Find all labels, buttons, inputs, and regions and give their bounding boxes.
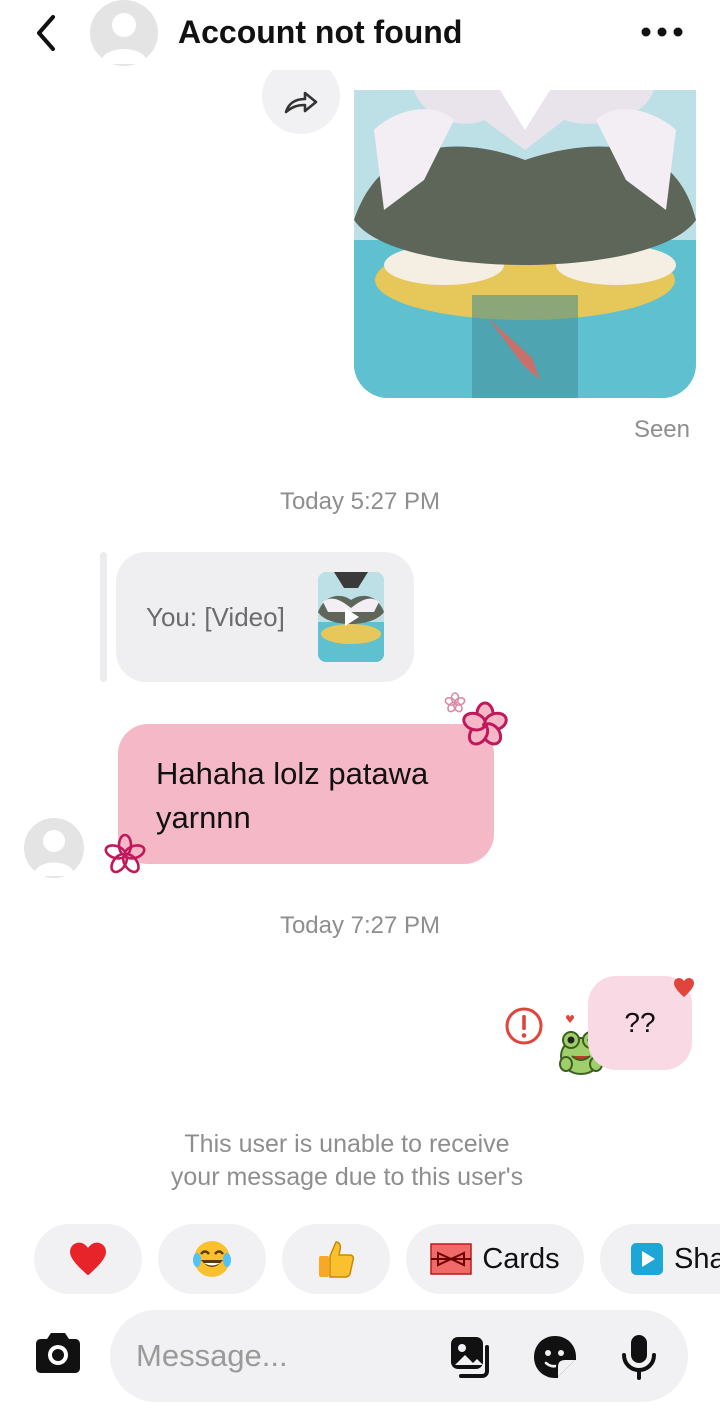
seen-status: Seen — [633, 416, 690, 443]
reply-video-thumbnail — [318, 572, 384, 662]
sender-avatar[interactable] — [24, 818, 84, 878]
error-alert-icon[interactable] — [504, 1006, 544, 1046]
more-horizontal-icon — [641, 27, 683, 37]
flower-outline-sticker — [104, 833, 146, 874]
chevron-left-icon — [37, 15, 55, 51]
red-heart-emoji-icon — [70, 1242, 106, 1276]
heart-sticker — [674, 978, 694, 997]
message-text: ?? — [624, 1007, 656, 1038]
default-avatar-icon — [33, 830, 75, 876]
notice-line: This user is unable to receive — [184, 1130, 510, 1158]
sticker-icon — [534, 1336, 576, 1378]
incoming-message-bubble[interactable]: Hahaha lolz patawa yarnnn — [118, 724, 494, 864]
reply-preview[interactable]: You: [Video] — [116, 552, 414, 682]
shared-video-thumbnail[interactable] — [354, 90, 696, 398]
camera-button[interactable] — [30, 1326, 86, 1382]
back-button[interactable] — [26, 10, 66, 56]
gift-card-icon — [430, 1243, 473, 1275]
camera-icon — [36, 1333, 80, 1373]
quick-reply-thumbs-up[interactable] — [282, 1224, 390, 1294]
microphone-button[interactable] — [614, 1332, 664, 1382]
message-text: Hahaha lolz patawa yarnnn — [156, 756, 429, 835]
flower-sticker — [462, 701, 508, 746]
quick-reply-share[interactable]: Sha — [600, 1224, 720, 1294]
chip-label: Cards — [482, 1242, 560, 1275]
microphone-icon — [622, 1335, 656, 1380]
sticker-button[interactable] — [530, 1332, 580, 1382]
play-share-icon — [631, 1243, 663, 1275]
quick-reply-laugh[interactable] — [158, 1224, 266, 1294]
quick-reply-heart[interactable] — [34, 1224, 142, 1294]
share-arrow-icon — [284, 91, 318, 114]
tears-of-joy-emoji-icon — [193, 1241, 231, 1277]
reply-indicator-bar — [100, 552, 107, 682]
unable-to-receive-notice: This user is unable to receive your mess… — [0, 1128, 694, 1194]
avatar[interactable] — [90, 0, 158, 66]
message-composer — [110, 1310, 688, 1402]
chat-header: Account not found — [0, 0, 720, 70]
default-avatar-icon — [100, 13, 148, 64]
thumbs-up-emoji-icon — [319, 1241, 355, 1278]
quick-reply-row: Cards Sha — [0, 1224, 720, 1294]
more-options-button[interactable] — [636, 14, 688, 50]
quick-reply-cards[interactable]: Cards — [406, 1224, 584, 1294]
gallery-icon — [451, 1337, 489, 1378]
chip-label: Sha — [674, 1242, 720, 1275]
reply-preview-text: You: [Video] — [146, 602, 285, 632]
video-frame-image — [354, 90, 696, 398]
timestamp: Today 7:27 PM — [279, 912, 441, 939]
video-frame-image — [318, 572, 384, 662]
gallery-button[interactable] — [446, 1332, 496, 1382]
notice-line: your message due to this user's — [170, 1163, 524, 1191]
page-title[interactable]: Account not found — [178, 14, 462, 51]
timestamp: Today 5:27 PM — [279, 488, 441, 515]
message-input[interactable] — [136, 1330, 436, 1382]
